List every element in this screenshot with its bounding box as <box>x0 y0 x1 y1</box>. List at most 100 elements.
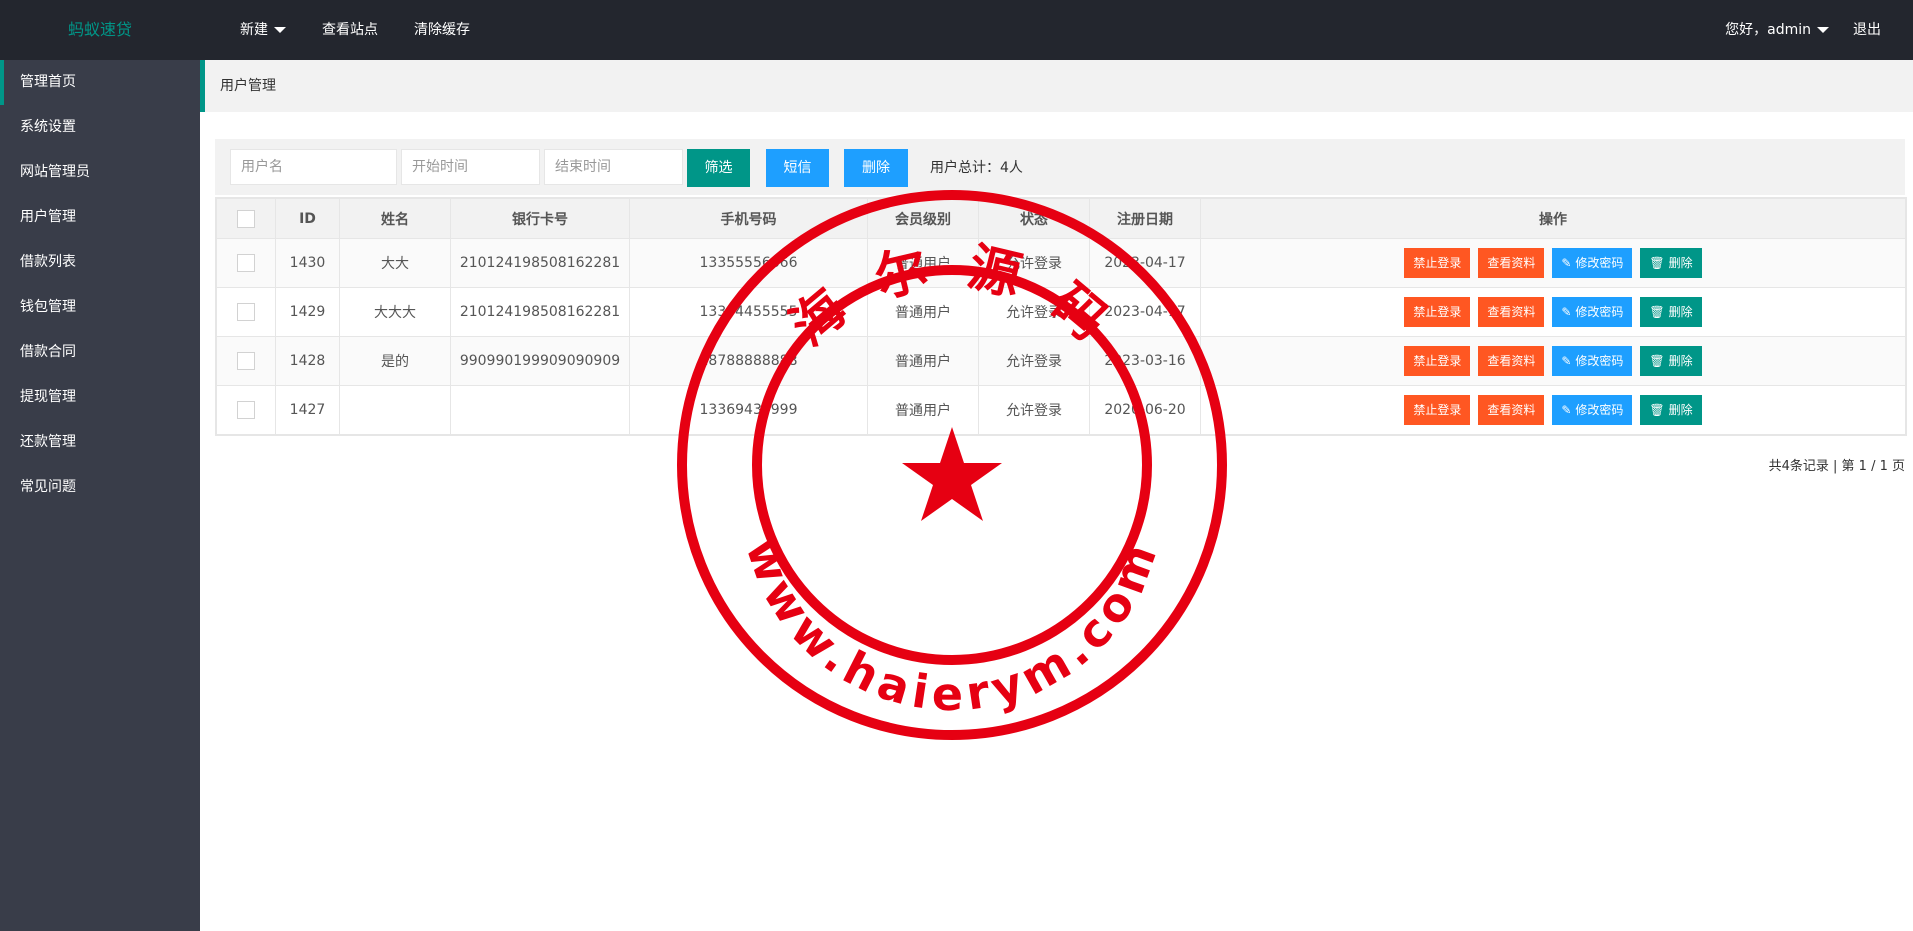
col-phone: 手机号码 <box>629 198 868 239</box>
change-password-button[interactable]: ✎ 修改密码 <box>1552 395 1633 425</box>
top-nav: 新建 查看站点 清除缓存 <box>228 0 494 60</box>
cell-date: 2020-06-20 <box>1089 385 1201 435</box>
user-greeting: 您好，admin <box>1725 22 1811 38</box>
delete-button[interactable]: 🗑 删除 <box>1640 297 1702 327</box>
sidebar-active-indicator <box>0 60 4 105</box>
change-password-button[interactable]: ✎ 修改密码 <box>1552 248 1633 278</box>
logout-link[interactable]: 退出 <box>1841 0 1893 60</box>
nav-view-site[interactable]: 查看站点 <box>310 0 402 60</box>
select-all-cell <box>216 198 276 239</box>
page-title: 用户管理 <box>220 78 276 94</box>
bulk-delete-button[interactable]: 删除 <box>844 149 908 187</box>
sidebar-item-wallet[interactable]: 钱包管理 <box>0 285 200 330</box>
cell-id: 1427 <box>275 385 340 435</box>
row-checkbox[interactable] <box>237 401 255 419</box>
top-right-nav: 您好，admin 退出 <box>1713 0 1893 60</box>
cell-phone: 18788888888 <box>629 336 868 386</box>
change-password-label: 修改密码 <box>1575 305 1624 319</box>
col-card: 银行卡号 <box>450 198 630 239</box>
sidebar-item-users[interactable]: 用户管理 <box>0 195 200 240</box>
sidebar-item-loans[interactable]: 借款列表 <box>0 240 200 285</box>
col-id: ID <box>275 198 340 239</box>
sidebar-item-admins[interactable]: 网站管理员 <box>0 150 200 195</box>
pencil-icon: ✎ <box>1561 354 1572 368</box>
view-profile-button[interactable]: 查看资料 <box>1478 297 1545 327</box>
select-all-checkbox[interactable] <box>237 209 255 228</box>
app-logo[interactable]: 蚂蚁速贷 <box>0 0 200 60</box>
sms-button[interactable]: 短信 <box>766 149 829 187</box>
cell-actions: 禁止登录 查看资料 ✎ 修改密码 🗑 删除 <box>1200 287 1906 337</box>
main-content: 用户管理 筛选 短信 删除 用户总计：4人 ID 姓名 银行卡号 手机号码 会员… <box>200 60 1913 931</box>
row-select-cell <box>216 385 276 435</box>
user-table: ID 姓名 银行卡号 手机号码 会员级别 状态 注册日期 操作 1430 大大 … <box>215 197 1907 436</box>
ban-login-button[interactable]: 禁止登录 <box>1404 297 1471 327</box>
delete-button[interactable]: 🗑 删除 <box>1640 395 1702 425</box>
start-time-input[interactable] <box>401 149 540 185</box>
cell-name <box>339 385 451 435</box>
sidebar: 管理首页 系统设置 网站管理员 用户管理 借款列表 钱包管理 借款合同 提现管理… <box>0 60 200 931</box>
cell-status: 允许登录 <box>978 336 1090 386</box>
trash-icon: 🗑 <box>1649 354 1665 368</box>
sidebar-item-settings[interactable]: 系统设置 <box>0 105 200 150</box>
sidebar-item-home[interactable]: 管理首页 <box>0 60 200 105</box>
cell-level: 普通用户 <box>867 238 979 288</box>
row-select-cell <box>216 287 276 337</box>
col-actions: 操作 <box>1200 198 1906 239</box>
delete-label: 删除 <box>1668 354 1693 368</box>
trash-icon: 🗑 <box>1649 305 1665 319</box>
table-row: 1430 大大 210124198508162281 13355556666 普… <box>216 238 1906 288</box>
change-password-label: 修改密码 <box>1575 256 1624 270</box>
username-input[interactable] <box>230 149 397 185</box>
end-time-input[interactable] <box>544 149 683 185</box>
trash-icon: 🗑 <box>1649 256 1665 270</box>
delete-button[interactable]: 🗑 删除 <box>1640 248 1702 278</box>
cell-status: 允许登录 <box>978 238 1090 288</box>
table-row: 1429 大大大 210124198508162281 13344455555 … <box>216 287 1906 337</box>
cell-status: 允许登录 <box>978 385 1090 435</box>
change-password-button[interactable]: ✎ 修改密码 <box>1552 297 1633 327</box>
row-select-cell <box>216 336 276 386</box>
delete-label: 删除 <box>1668 403 1693 417</box>
row-select-cell <box>216 238 276 288</box>
ban-login-button[interactable]: 禁止登录 <box>1404 346 1471 376</box>
cell-date: 2023-04-17 <box>1089 238 1201 288</box>
user-menu[interactable]: 您好，admin <box>1713 0 1841 60</box>
cell-level: 普通用户 <box>867 336 979 386</box>
row-checkbox[interactable] <box>237 303 255 321</box>
sidebar-item-withdraw[interactable]: 提现管理 <box>0 375 200 420</box>
view-profile-button[interactable]: 查看资料 <box>1478 395 1545 425</box>
sidebar-item-repayment[interactable]: 还款管理 <box>0 420 200 465</box>
row-checkbox[interactable] <box>237 254 255 272</box>
view-profile-button[interactable]: 查看资料 <box>1478 346 1545 376</box>
sidebar-item-faq[interactable]: 常见问题 <box>0 465 200 510</box>
change-password-label: 修改密码 <box>1575 403 1624 417</box>
chevron-down-icon <box>274 27 286 33</box>
row-checkbox[interactable] <box>237 352 255 370</box>
cell-name: 是的 <box>339 336 451 386</box>
pencil-icon: ✎ <box>1561 305 1572 319</box>
cell-date: 2023-03-16 <box>1089 336 1201 386</box>
ban-login-button[interactable]: 禁止登录 <box>1404 248 1471 278</box>
chevron-down-icon <box>1817 27 1829 33</box>
filter-bar: 筛选 短信 删除 用户总计：4人 <box>215 139 1905 195</box>
cell-phone: 13369433999 <box>629 385 868 435</box>
filter-button[interactable]: 筛选 <box>687 149 750 187</box>
nav-clear-cache[interactable]: 清除缓存 <box>402 0 494 60</box>
cell-phone: 13355556666 <box>629 238 868 288</box>
view-profile-button[interactable]: 查看资料 <box>1478 248 1545 278</box>
delete-label: 删除 <box>1668 256 1693 270</box>
pencil-icon: ✎ <box>1561 403 1572 417</box>
change-password-button[interactable]: ✎ 修改密码 <box>1552 346 1633 376</box>
cell-phone: 13344455555 <box>629 287 868 337</box>
breadcrumb: 用户管理 <box>200 60 1913 112</box>
sidebar-item-contracts[interactable]: 借款合同 <box>0 330 200 375</box>
nav-new[interactable]: 新建 <box>228 0 310 60</box>
nav-new-label: 新建 <box>240 22 268 38</box>
cell-card: 990990199909090909 <box>450 336 630 386</box>
ban-login-button[interactable]: 禁止登录 <box>1404 395 1471 425</box>
cell-status: 允许登录 <box>978 287 1090 337</box>
table-row: 1427 13369433999 普通用户 允许登录 2020-06-20 禁止… <box>216 385 1906 435</box>
delete-button[interactable]: 🗑 删除 <box>1640 346 1702 376</box>
cell-card: 210124198508162281 <box>450 287 630 337</box>
cell-name: 大大大 <box>339 287 451 337</box>
